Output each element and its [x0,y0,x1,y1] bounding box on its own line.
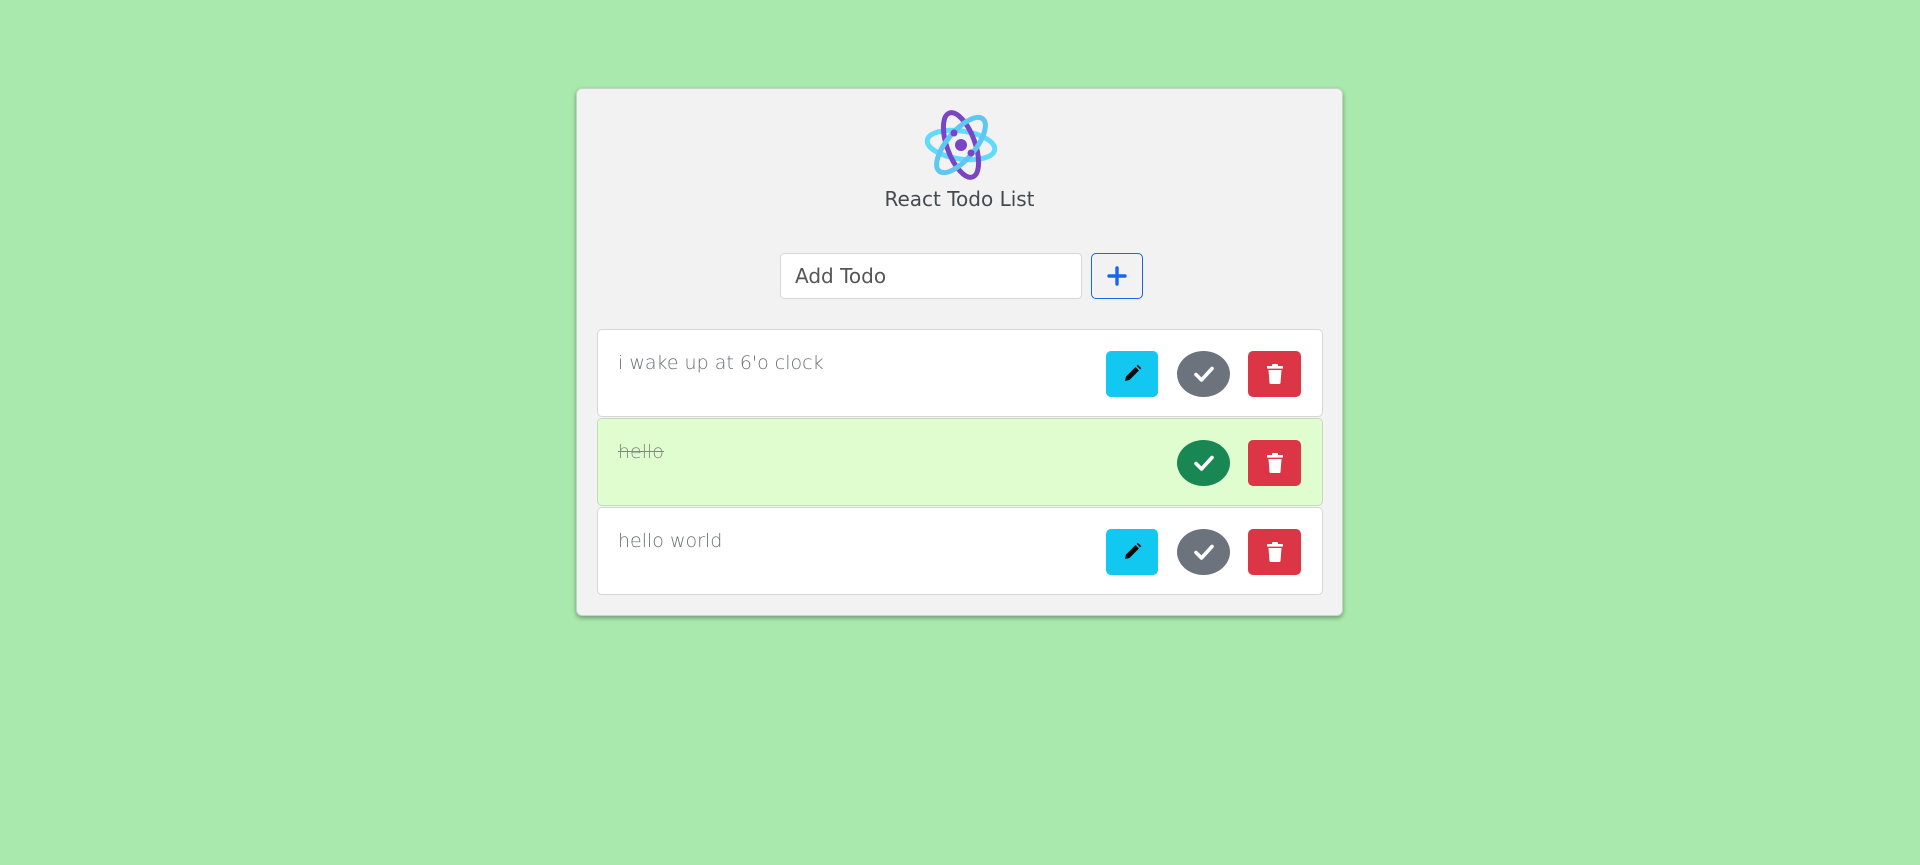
todo-item: hello world [597,507,1323,595]
trash-icon [1266,453,1283,473]
check-icon [1193,455,1214,471]
complete-button[interactable] [1177,529,1230,575]
edit-button[interactable] [1106,351,1158,397]
todo-item: i wake up at 6'o clock [597,329,1323,417]
edit-button[interactable] [1106,529,1158,575]
todo-list: i wake up at 6'o clock hello hello world [597,329,1323,596]
add-todo-button[interactable] [1091,253,1143,299]
delete-button[interactable] [1248,351,1301,397]
todo-card: React Todo List i wake up at 6'o clock [576,88,1343,616]
complete-button[interactable] [1177,440,1230,486]
app-title: React Todo List [884,187,1035,211]
trash-icon [1266,542,1283,562]
todo-text: i wake up at 6'o clock [618,352,824,374]
add-todo-input[interactable] [780,253,1082,299]
react-logo-icon [924,110,998,180]
delete-button[interactable] [1248,529,1301,575]
check-icon [1193,544,1214,560]
trash-icon [1266,364,1283,384]
pencil-icon [1125,364,1142,381]
todo-item-completed: hello [597,418,1323,506]
todo-text: hello [618,441,664,463]
complete-button[interactable] [1177,351,1230,397]
delete-button[interactable] [1248,440,1301,486]
check-icon [1193,366,1214,382]
plus-icon [1107,266,1127,286]
pencil-icon [1125,542,1142,559]
todo-text: hello world [618,530,723,552]
